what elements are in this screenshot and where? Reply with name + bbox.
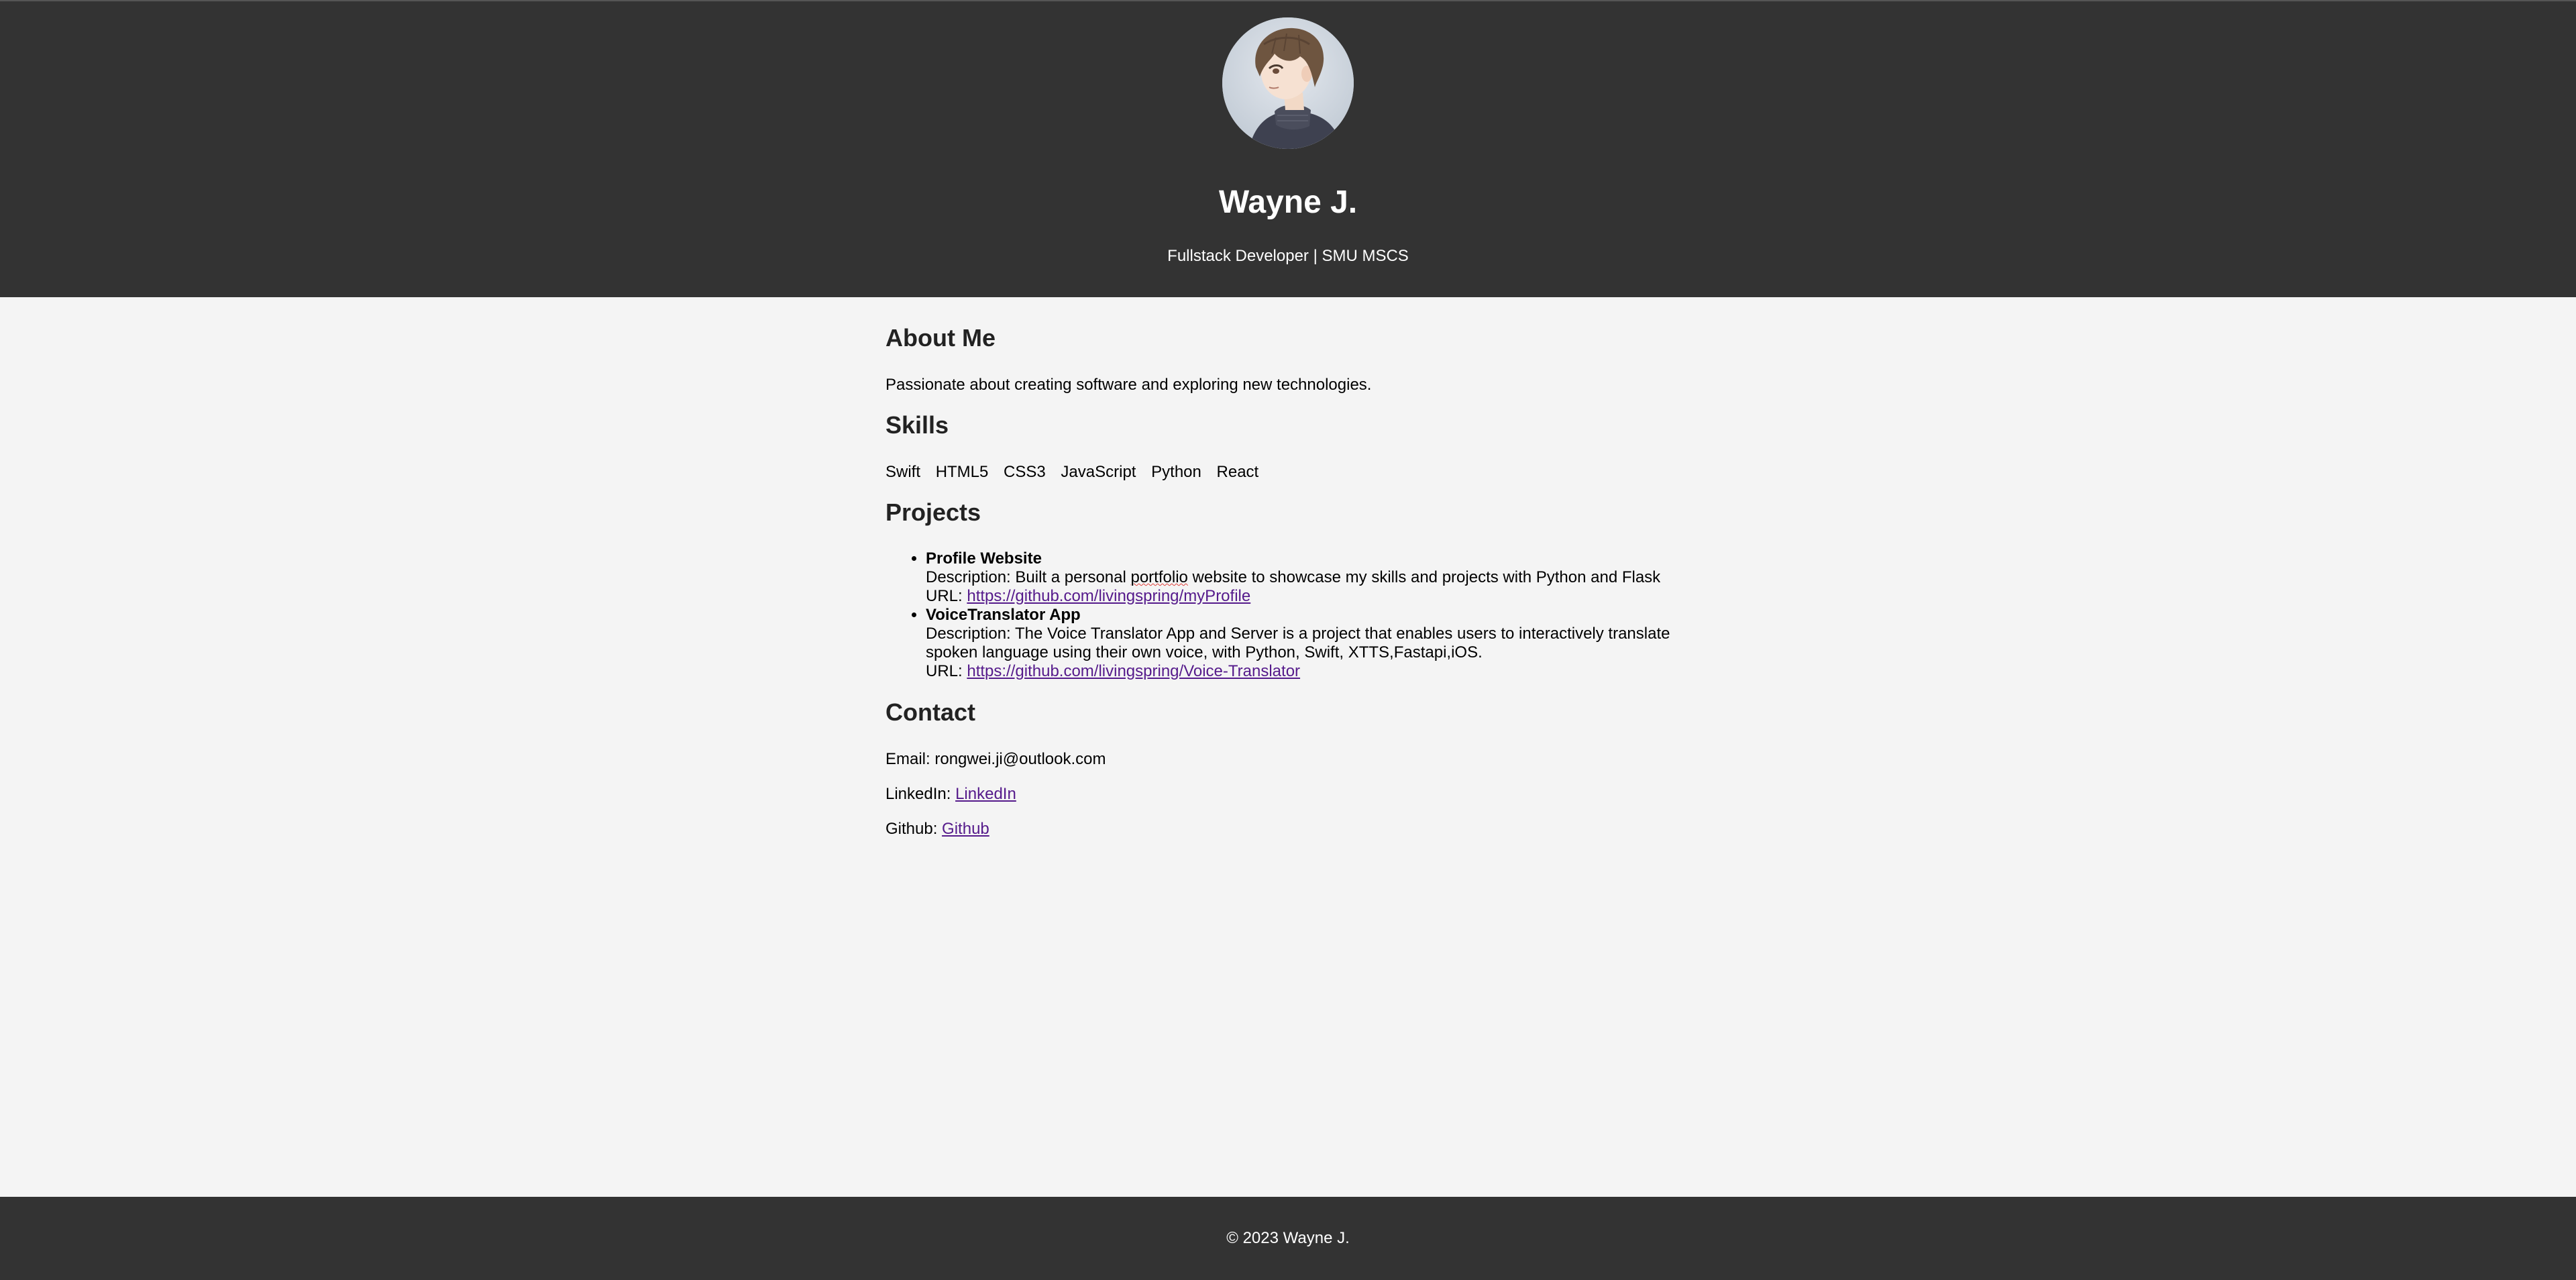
skills-heading: Skills	[885, 411, 949, 439]
about-heading: About Me	[885, 324, 996, 352]
projects-heading: Projects	[885, 498, 981, 526]
contact-heading: Contact	[885, 698, 975, 726]
project-url-label: URL:	[926, 587, 967, 605]
project-description: spoken language using their own voice, w…	[926, 643, 1483, 661]
skill-item: React	[1216, 463, 1259, 481]
skill-item: CSS3	[1004, 463, 1046, 481]
skill-item: Python	[1151, 463, 1201, 481]
contact-linkedin: LinkedIn: LinkedIn	[885, 785, 1016, 803]
about-text: Passionate about creating software and e…	[885, 376, 1372, 394]
project-description: Description: Built a personal portfolio …	[926, 568, 1661, 586]
copyright-text: © 2023 Wayne J.	[1226, 1229, 1350, 1247]
project-title: VoiceTranslator App	[926, 606, 1081, 624]
project-url-label: URL:	[926, 662, 967, 680]
skills-list: Swift HTML5 CSS3 JavaScript Python React	[885, 463, 1269, 482]
site-header: Wayne J. Fullstack Developer | SMU MSCS	[0, 0, 2576, 297]
skill-item: JavaScript	[1061, 463, 1136, 481]
profile-name: Wayne J.	[1218, 184, 1358, 220]
project-url-link[interactable]: https://github.com/livingspring/Voice-Tr…	[967, 662, 1300, 680]
project-title: Profile Website	[926, 549, 1042, 568]
list-item: VoiceTranslator App Description: The Voi…	[926, 606, 1670, 681]
skill-item: Swift	[885, 463, 921, 481]
skill-item: HTML5	[935, 463, 989, 481]
avatar-portrait-icon	[1222, 17, 1354, 149]
github-link[interactable]: Github	[942, 820, 989, 838]
project-description: Description: The Voice Translator App an…	[926, 625, 1670, 643]
contact-email: Email: rongwei.ji@outlook.com	[885, 750, 1106, 768]
site-footer: © 2023 Wayne J.	[0, 1197, 2576, 1280]
email-value: rongwei.ji@outlook.com	[934, 750, 1106, 768]
project-url-link[interactable]: https://github.com/livingspring/myProfil…	[967, 587, 1250, 605]
profile-tagline: Fullstack Developer | SMU MSCS	[1167, 247, 1409, 265]
page: Wayne J. Fullstack Developer | SMU MSCS …	[0, 0, 2576, 1280]
linkedin-link[interactable]: LinkedIn	[955, 785, 1016, 803]
contact-github: Github: Github	[885, 820, 989, 838]
projects-list: Profile Website Description: Built a per…	[885, 549, 1670, 681]
list-item: Profile Website Description: Built a per…	[926, 549, 1670, 606]
